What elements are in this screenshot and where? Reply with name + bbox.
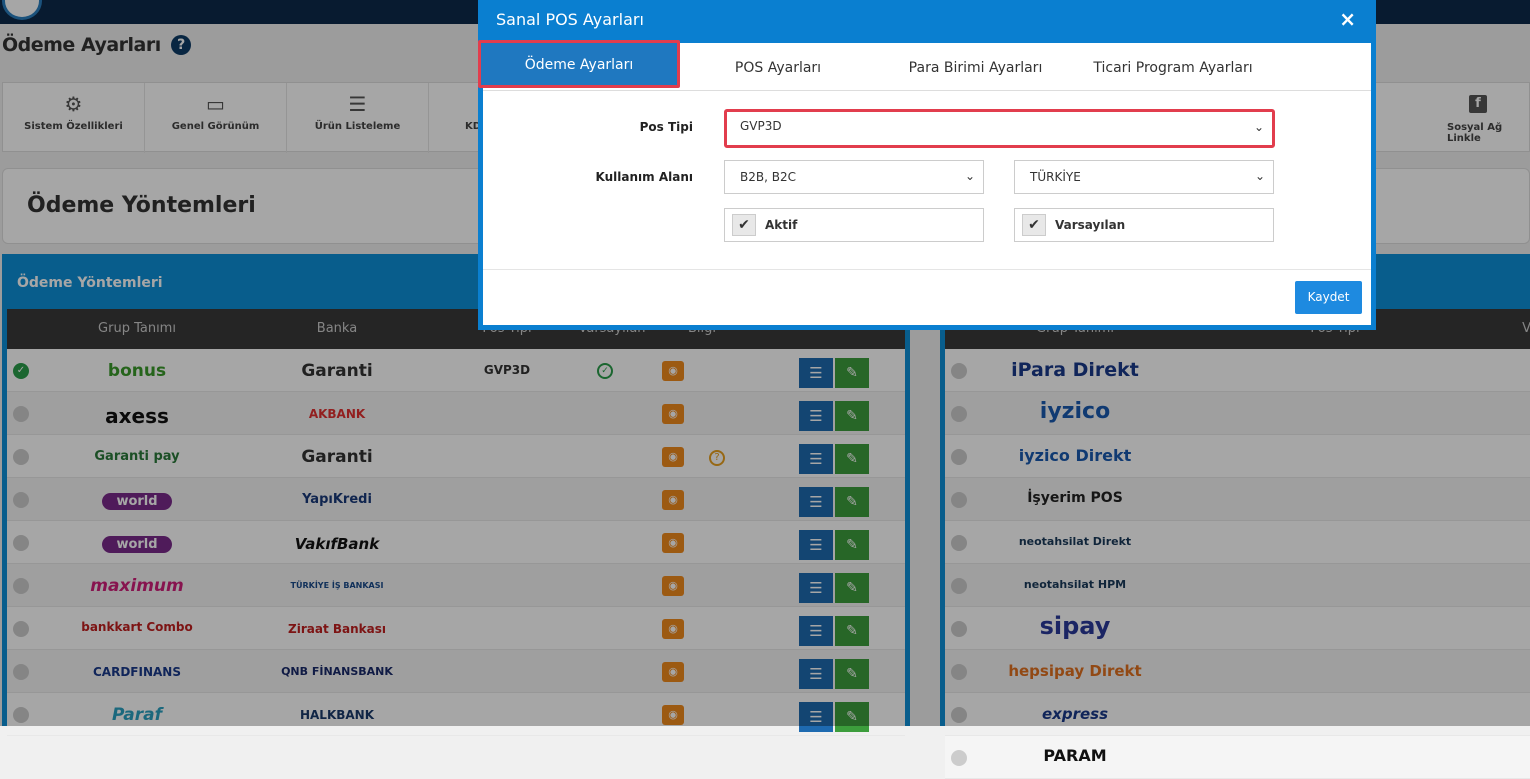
tab-para-birimi-ayarlari[interactable]: Para Birimi Ayarları <box>888 43 1063 88</box>
varsayilan-checkbox-group[interactable]: ✔ Varsayılan <box>1014 208 1274 242</box>
varsayilan-label: Varsayılan <box>1055 218 1126 232</box>
chevron-down-icon: ⌄ <box>1254 169 1265 183</box>
tab-ticari-program-ayarlari[interactable]: Ticari Program Ayarları <box>1083 43 1263 88</box>
radio-button[interactable] <box>951 750 967 766</box>
close-icon[interactable]: × <box>1339 7 1356 31</box>
aktif-checkbox[interactable]: ✔ <box>732 214 756 236</box>
divider <box>483 269 1371 270</box>
tab-pos-ayarlari[interactable]: POS Ayarları <box>703 43 853 88</box>
aktif-checkbox-group[interactable]: ✔ Aktif <box>724 208 984 242</box>
save-button[interactable]: Kaydet <box>1295 281 1362 314</box>
kullanim-alani-label: Kullanım Alanı <box>595 170 693 184</box>
chevron-down-icon: ⌄ <box>1253 120 1264 134</box>
modal-body: Ödeme Ayarları POS Ayarları Para Birimi … <box>478 40 1371 325</box>
country-select[interactable]: TÜRKİYE ⌄ <box>1014 160 1274 194</box>
pos-tipi-label: Pos Tipi <box>639 120 693 134</box>
modal-tabs: Ödeme Ayarları POS Ayarları Para Birimi … <box>478 40 1371 91</box>
table-row[interactable]: PARAM <box>945 736 1530 779</box>
chevron-down-icon: ⌄ <box>964 169 975 183</box>
provider-logo: PARAM <box>1043 746 1107 765</box>
pos-tipi-value: GVP3D <box>740 119 782 133</box>
aktif-label: Aktif <box>765 218 798 232</box>
country-value: TÜRKİYE <box>1030 170 1081 184</box>
modal-title: Sanal POS Ayarları <box>496 10 644 29</box>
tab-odeme-ayarlari[interactable]: Ödeme Ayarları <box>478 40 680 88</box>
kullanim-alani-value: B2B, B2C <box>740 170 796 184</box>
pos-tipi-select[interactable]: GVP3D ⌄ <box>724 109 1275 148</box>
sanal-pos-modal: Sanal POS Ayarları × Ödeme Ayarları POS … <box>478 0 1376 330</box>
kullanim-alani-select[interactable]: B2B, B2C ⌄ <box>724 160 984 194</box>
varsayilan-checkbox[interactable]: ✔ <box>1022 214 1046 236</box>
